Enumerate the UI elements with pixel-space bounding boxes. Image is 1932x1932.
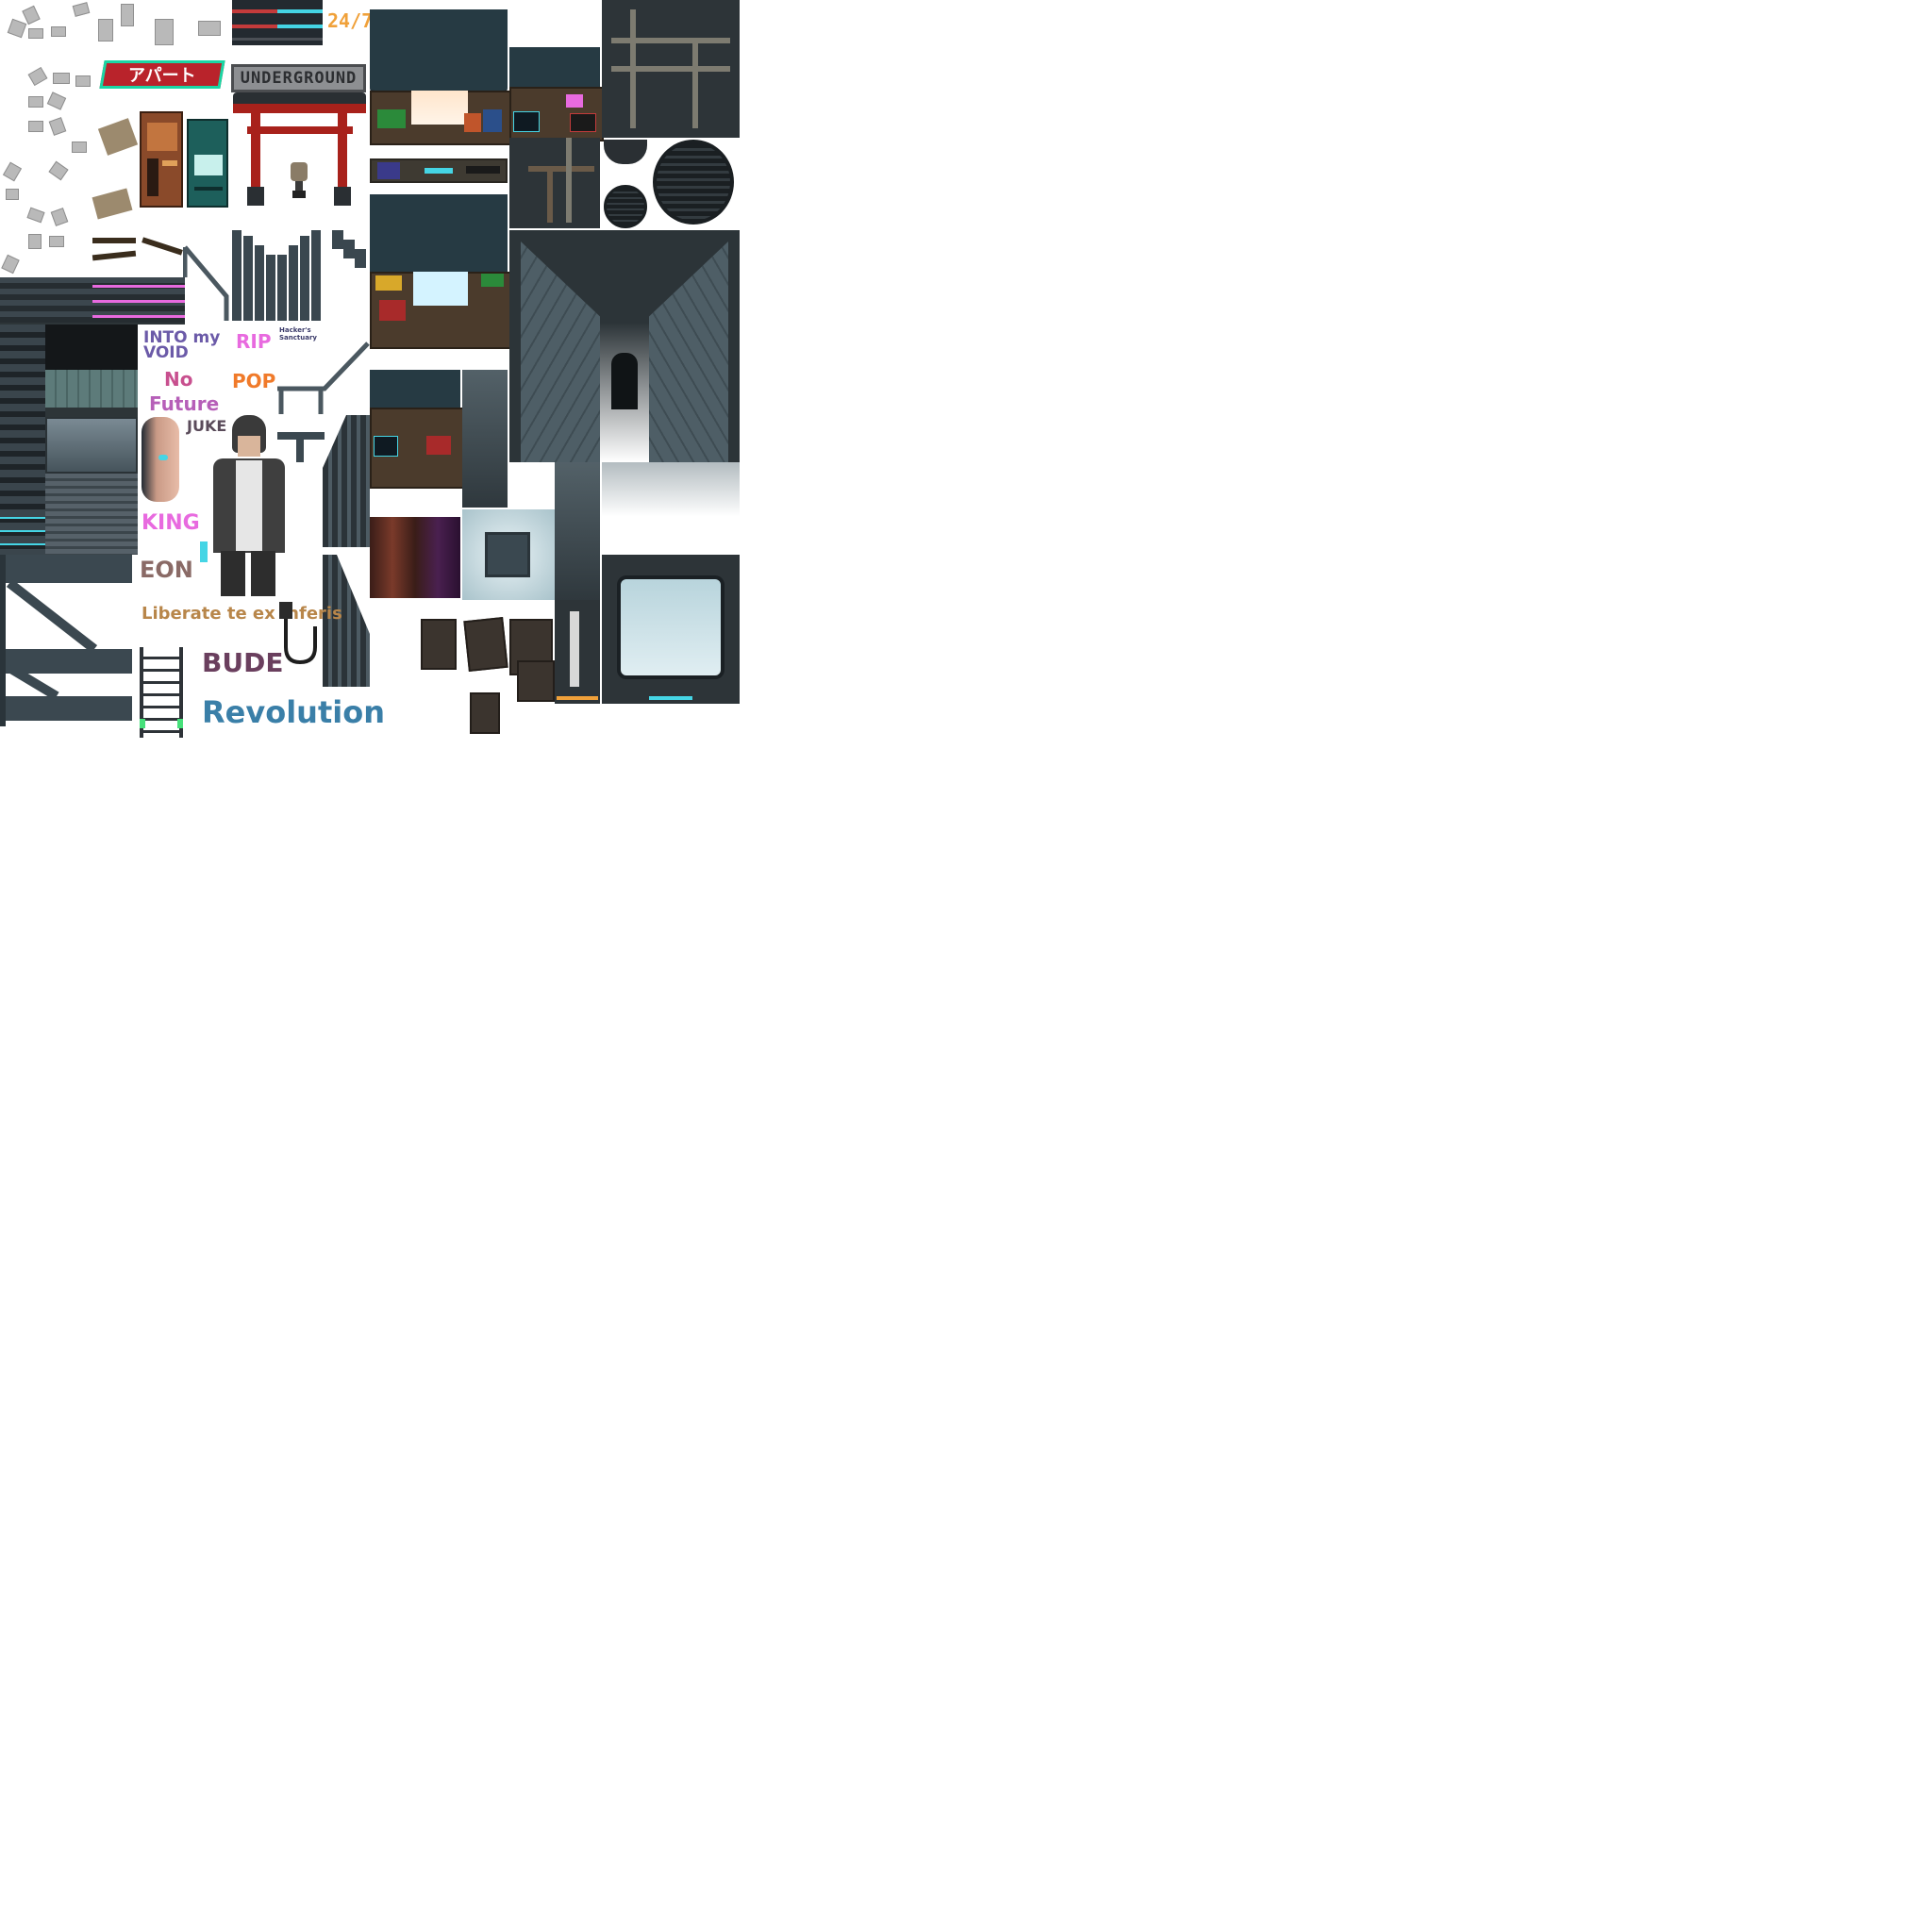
vent-fan-small	[604, 185, 647, 228]
ceiling-lamp	[604, 140, 647, 164]
graffiti-eon: EON	[140, 557, 193, 583]
apartment-neon-sign: アパート	[99, 60, 225, 89]
pipe-wall-small	[509, 138, 600, 228]
apartment-sign-label: アパート	[128, 66, 196, 86]
graffiti-bude: BUDE	[202, 647, 284, 678]
open-hours-sign: 24/7	[327, 9, 374, 32]
glass-floor-pad	[602, 555, 740, 704]
hooded-character-sprite	[200, 415, 298, 600]
frosted-window-block	[462, 509, 555, 600]
rooftop-building	[509, 230, 740, 462]
stepped-wall-upper	[323, 415, 370, 547]
market-stall-electronics	[509, 47, 604, 142]
cardboard-box-flat	[92, 188, 133, 220]
lantern-post	[291, 162, 308, 200]
vending-machine-brown	[140, 111, 183, 208]
graffiti-revolution: Revolution	[202, 694, 385, 730]
graffiti-king: KING	[142, 511, 200, 535]
market-stall-produce-1	[370, 9, 511, 145]
graffiti-rip: RIP	[236, 330, 272, 353]
graffiti-small-tag: Hacker's Sanctuary	[279, 326, 317, 341]
concrete-pillar	[462, 370, 508, 508]
fire-escape-stairs	[0, 555, 132, 726]
graffiti-into-the-void: INTO my VOID	[143, 328, 221, 362]
ladder	[140, 647, 183, 738]
graffiti-future: Future	[149, 392, 220, 415]
weapon-display-shelf	[370, 158, 508, 183]
graffiti-pop: POP	[232, 370, 276, 392]
curtain-panels	[370, 517, 460, 598]
cardboard-box-debris	[97, 118, 139, 156]
underground-sign: UNDERGROUND	[231, 64, 366, 92]
neon-stripe-panel	[232, 0, 323, 45]
graffiti-no: No	[164, 368, 193, 391]
power-cable	[279, 602, 317, 665]
market-stall-small	[370, 370, 464, 489]
door-frame	[555, 600, 600, 704]
atm-machine	[187, 119, 228, 208]
wall-panel-right	[555, 462, 600, 600]
pipe-wall-large	[602, 0, 740, 138]
tileset-atlas: 24/7 アパート UNDERGROUND INTO my VOID RIP H…	[0, 0, 966, 966]
market-stall-produce-2	[370, 194, 511, 349]
fog-fade-strip	[602, 462, 740, 553]
face-portrait-mural	[142, 417, 179, 502]
underground-sign-label: UNDERGROUND	[240, 69, 358, 88]
vent-fan-large	[653, 140, 734, 225]
metal-railings	[183, 230, 370, 414]
